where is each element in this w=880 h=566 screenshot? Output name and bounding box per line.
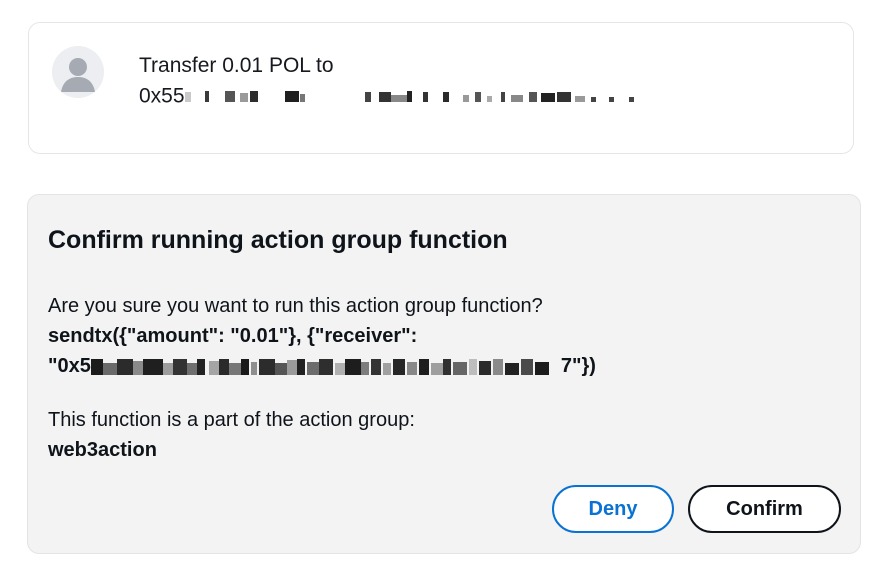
message-line: Transfer 0.01 POL to — [139, 54, 334, 77]
user-avatar-icon — [52, 46, 104, 98]
action-group-label: This function is a part of the action gr… — [48, 409, 415, 431]
message-text: Transfer 0.01 POL to 0x55 — [139, 51, 665, 111]
confirm-question: Are you sure you want to run this action… — [48, 295, 543, 317]
action-group-name: web3action — [48, 439, 157, 461]
redacted-address — [184, 89, 665, 103]
dialog-title: Confirm running action group function — [48, 226, 508, 254]
function-call-line1: sendtx({"amount": "0.01"}, {"receiver": — [48, 325, 418, 347]
deny-button[interactable]: Deny — [552, 485, 674, 533]
function-call-line2: "0x5 7"}) — [48, 351, 596, 381]
recipient-address: 0x55 — [139, 81, 665, 111]
page: Transfer 0.01 POL to 0x55 Confirm runnin… — [0, 0, 880, 566]
confirm-button[interactable]: Confirm — [688, 485, 841, 533]
confirm-dialog: Confirm running action group function Ar… — [27, 194, 861, 554]
function-call-suffix: 7"}) — [560, 355, 596, 377]
function-call: sendtx({"amount": "0.01"}, {"receiver": … — [48, 321, 596, 381]
address-prefix: 0x55 — [139, 84, 185, 108]
redacted-receiver-address — [90, 357, 561, 377]
function-call-prefix: "0x5 — [48, 355, 91, 377]
message-card: Transfer 0.01 POL to 0x55 — [28, 22, 854, 154]
